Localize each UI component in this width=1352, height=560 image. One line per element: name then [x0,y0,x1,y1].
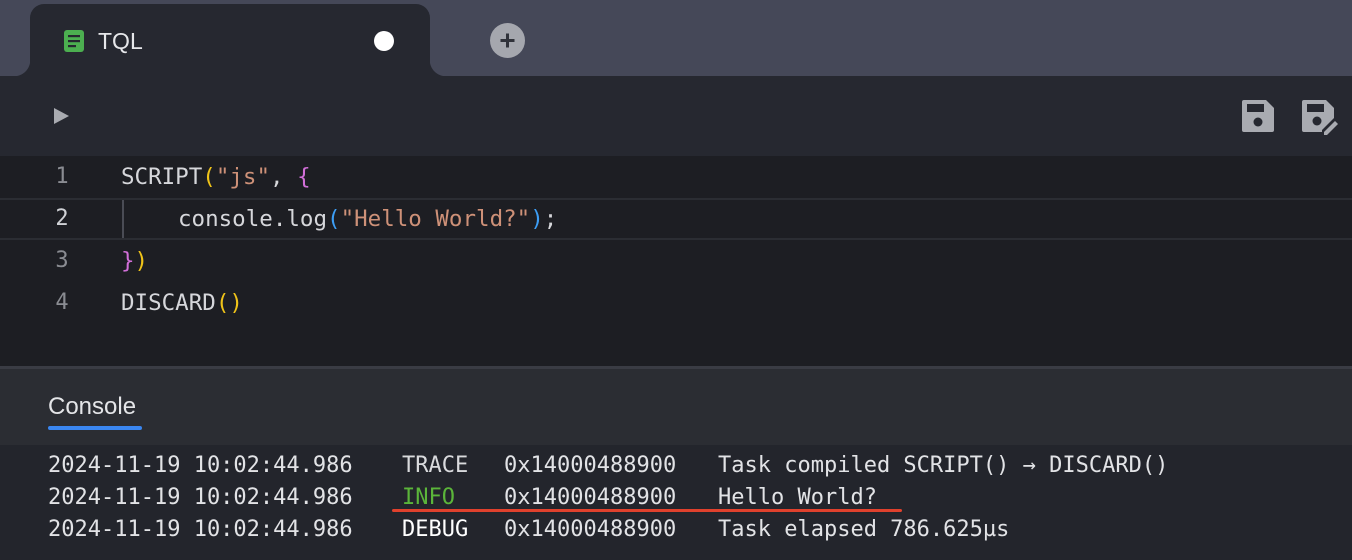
code-line-active[interactable]: 2 console.log("Hello World?"); [0,198,1352,240]
code-line[interactable]: 3 }) [0,240,1352,282]
run-button[interactable] [50,104,72,128]
plus-icon [500,33,515,48]
editor-toolbar [0,76,1352,156]
tab-console[interactable]: Console [48,393,136,421]
line-number: 3 [55,248,69,273]
line-number: 1 [55,164,69,189]
log-task-id: 0x14000488900 [504,517,677,542]
log-row: 2024-11-19 10:02:44.986 TRACE 0x14000488… [48,450,1168,482]
log-task-id: 0x14000488900 [504,453,677,478]
log-row: 2024-11-19 10:02:44.986 DEBUG 0x14000488… [48,514,1009,546]
save-as-button[interactable] [1300,98,1338,136]
code-text: DISCARD() [121,290,243,316]
tab-bar: TQL [0,0,1352,76]
console-output: 2024-11-19 10:02:44.986 TRACE 0x14000488… [0,445,1352,560]
log-level: DEBUG [402,517,469,542]
tab-tql[interactable]: TQL [14,4,446,76]
log-row: 2024-11-19 10:02:44.986 INFO 0x140004889… [48,482,877,514]
document-icon [64,30,84,52]
active-tab-indicator [48,426,142,430]
log-level: TRACE [402,453,469,478]
log-message: Task elapsed 786.625µs [718,517,1010,542]
line-number: 4 [55,290,69,315]
log-message: Task compiled SCRIPT() → DISCARD() [718,453,1169,478]
code-line[interactable]: 1 SCRIPT("js", { [0,156,1352,198]
highlight-underline [392,509,902,512]
code-line[interactable]: 4 DISCARD() [0,282,1352,324]
unsaved-indicator-icon[interactable] [374,31,394,51]
log-time: 2024-11-19 10:02:44.986 [48,453,353,478]
add-tab-button[interactable] [490,23,525,58]
code-text: }) [121,248,149,274]
code-text: SCRIPT("js", { [121,164,311,190]
save-button[interactable] [1240,98,1276,134]
code-editor[interactable]: 1 SCRIPT("js", { 2 console.log("Hello Wo… [0,156,1352,366]
log-time: 2024-11-19 10:02:44.986 [48,517,353,542]
log-time: 2024-11-19 10:02:44.986 [48,485,353,510]
code-text: console.log("Hello World?"); [178,206,558,232]
line-number: 2 [55,206,69,231]
console-header: Console [0,369,1352,445]
indent-guide [122,200,124,238]
tab-label: TQL [98,28,143,54]
